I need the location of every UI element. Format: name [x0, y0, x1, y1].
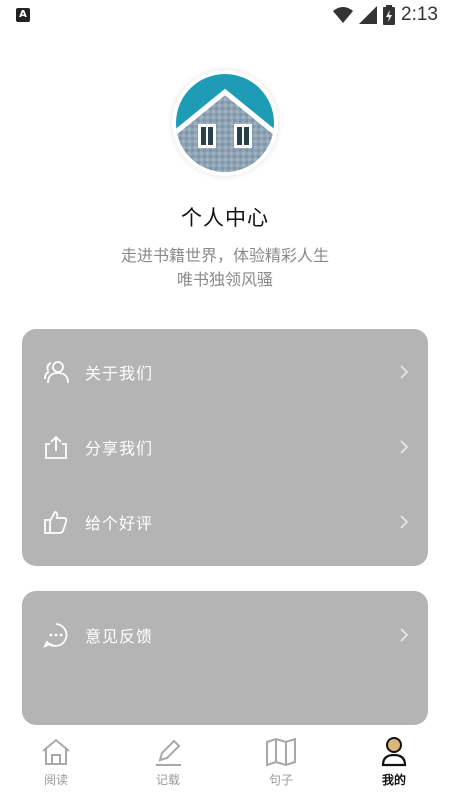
chevron-right-icon [400, 628, 409, 642]
chevron-right-icon [400, 440, 409, 454]
subtitle-line-1: 走进书籍世界，体验精彩人生 [120, 246, 329, 265]
bottom-tab-bar: 阅读 记载 句子 我的 [0, 730, 450, 800]
menu-item-label: 给个好评 [85, 514, 154, 533]
menu-item-label: 分享我们 [85, 439, 154, 458]
menu-item-label: 关于我们 [85, 364, 154, 383]
screen: A 2:13 个人中心 走进书籍世界，体验精彩人生 唯书独领风骚 关于我们 分享… [0, 0, 450, 800]
tab-label: 记载 [155, 773, 180, 787]
tab-sentence[interactable]: 句子 [225, 730, 337, 800]
tab-record[interactable]: 记载 [112, 730, 224, 800]
menu-item-label: 意见反馈 [85, 627, 154, 646]
wifi-icon [333, 7, 354, 23]
subtitle-line-2: 唯书独领风骚 [176, 270, 273, 289]
status-time: 2:13 [401, 4, 438, 25]
tab-label: 阅读 [43, 773, 68, 787]
user-icon [381, 737, 407, 767]
users-icon [44, 361, 69, 384]
home-icon [42, 738, 70, 765]
menu-card-main: 关于我们 分享我们 给个好评 [22, 329, 428, 566]
tab-mine[interactable]: 我的 [338, 730, 450, 800]
page-title: 个人中心 [181, 206, 269, 230]
chevron-right-icon [400, 515, 409, 529]
tab-label: 句子 [268, 773, 293, 787]
menu-item-feedback[interactable]: 意见反馈 [22, 605, 428, 665]
tab-read[interactable]: 阅读 [0, 730, 112, 800]
pencil-icon [156, 739, 181, 766]
tab-label: 我的 [381, 773, 406, 787]
notification-icon: A [16, 8, 30, 22]
menu-card-feedback: 意见反馈 [22, 591, 428, 725]
house-window-avatar-image [176, 74, 274, 172]
menu-item-rate[interactable]: 给个好评 [22, 492, 428, 552]
menu-item-share[interactable]: 分享我们 [22, 417, 428, 477]
thumbs-up-icon [44, 511, 68, 534]
chevron-right-icon [400, 365, 409, 379]
book-icon [266, 737, 296, 767]
signal-icon [359, 6, 378, 24]
chat-bubble-icon [43, 623, 68, 648]
menu-item-about[interactable]: 关于我们 [22, 342, 428, 402]
avatar[interactable] [172, 70, 278, 176]
status-bar: A 2:13 [0, 0, 450, 30]
status-icons: 2:13 [333, 4, 438, 26]
share-icon [45, 435, 67, 459]
battery-charging-icon [383, 5, 396, 25]
